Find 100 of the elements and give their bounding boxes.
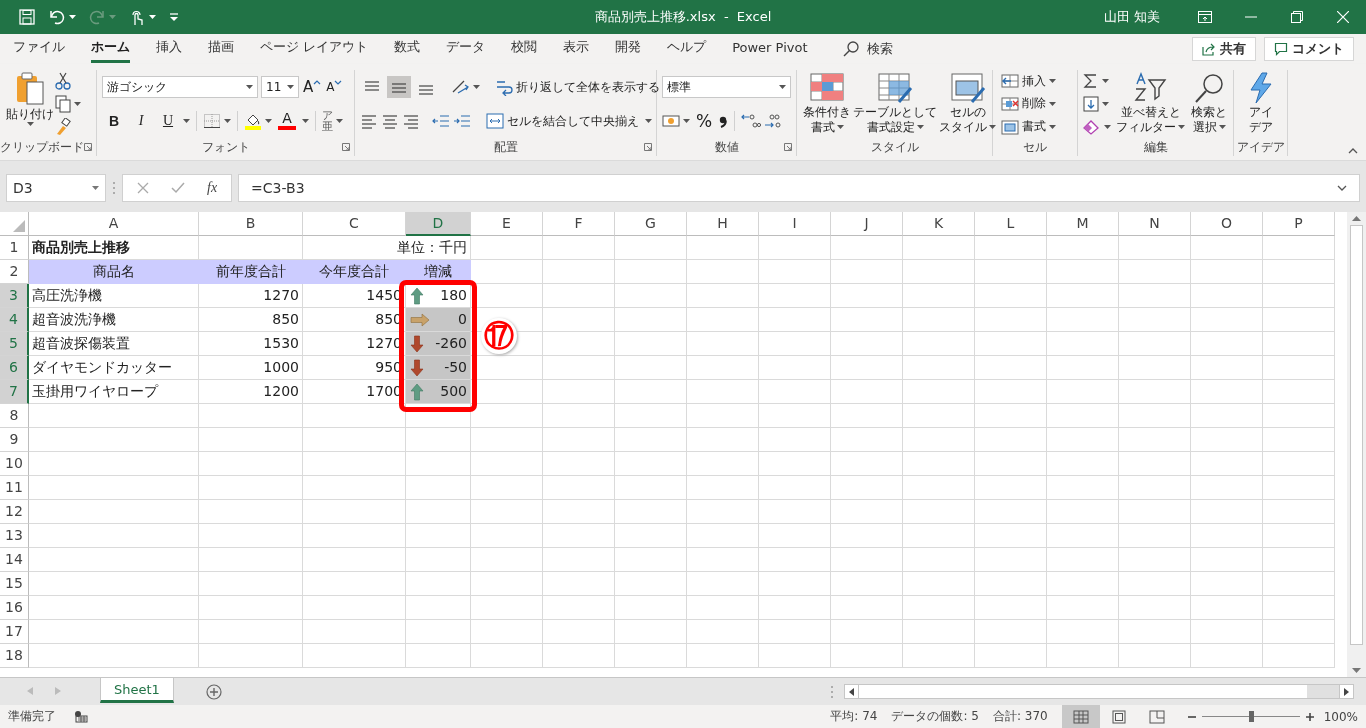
dialog-launcher-icon[interactable] <box>644 143 652 151</box>
scissors-icon[interactable] <box>55 72 71 91</box>
fill-color-icon[interactable] <box>244 112 262 130</box>
column-header[interactable]: C <box>303 212 406 236</box>
delete-cells-icon[interactable] <box>1001 96 1019 112</box>
sheet-tab[interactable]: Sheet1 <box>100 678 174 703</box>
page-break-preview-icon[interactable] <box>1148 709 1165 724</box>
row-header[interactable]: 9 <box>0 428 29 452</box>
borders-icon[interactable] <box>203 113 221 129</box>
align-center-icon[interactable] <box>381 113 399 129</box>
ribbon-tab[interactable]: 挿入 <box>143 34 195 64</box>
format-painter-icon[interactable] <box>55 117 71 136</box>
ribbon-tab[interactable]: 描画 <box>195 34 247 64</box>
row-header[interactable]: 13 <box>0 524 29 548</box>
phonetic-guide-icon[interactable]: ア亜 <box>322 110 333 132</box>
insert-function-button[interactable]: fx <box>207 180 218 196</box>
ribbon-tab[interactable]: ヘルプ <box>654 34 720 64</box>
column-header[interactable]: O <box>1191 212 1263 236</box>
underline-button[interactable]: U <box>156 110 180 132</box>
caret-icon[interactable] <box>645 119 652 123</box>
dialog-launcher-icon[interactable] <box>784 143 792 151</box>
sort-filter-button[interactable]: 並べ替えと フィルター <box>1115 70 1186 138</box>
row-header[interactable]: 3 <box>0 284 29 308</box>
zoom-slider-thumb[interactable] <box>1248 711 1254 722</box>
delete-cells-button[interactable]: 削除 <box>998 93 1059 115</box>
caret-icon[interactable] <box>74 102 81 106</box>
zoom-level[interactable]: 100% <box>1323 709 1358 724</box>
caret-icon[interactable] <box>1102 102 1109 106</box>
caret-icon[interactable] <box>69 15 76 19</box>
font-name-dropdown[interactable]: 游ゴシック <box>102 76 258 98</box>
find-select-button[interactable]: 検索と 選択 <box>1190 70 1228 138</box>
search-icon[interactable] <box>1192 72 1226 104</box>
row-header[interactable]: 6 <box>0 356 29 380</box>
ribbon-tab[interactable]: 数式 <box>381 34 434 64</box>
row-header[interactable]: 7 <box>0 380 29 404</box>
caret-icon[interactable] <box>836 125 844 129</box>
caret-down-icon[interactable] <box>334 80 343 86</box>
scroll-left-icon[interactable] <box>849 687 854 696</box>
caret-icon[interactable] <box>246 85 253 89</box>
comment-button[interactable]: コメント <box>1264 37 1354 61</box>
zoom-in-icon[interactable] <box>1305 712 1314 721</box>
caret-icon[interactable] <box>473 85 480 89</box>
caret-icon[interactable] <box>92 186 99 190</box>
ribbon-options-icon[interactable] <box>1198 11 1212 23</box>
conditional-formatting-button[interactable]: 条件付き 書式 <box>802 70 852 138</box>
caret-icon[interactable] <box>336 119 343 123</box>
macro-record-icon[interactable] <box>74 710 88 723</box>
caret-icon[interactable] <box>1102 79 1109 84</box>
ribbon-tab[interactable]: 表示 <box>550 34 603 64</box>
name-box[interactable]: D3 <box>6 174 106 202</box>
scrollbar-thumb[interactable] <box>859 685 1307 698</box>
font-color-button[interactable]: A <box>275 110 299 132</box>
row-header[interactable]: 8 <box>0 404 29 428</box>
row-header[interactable]: 5 <box>0 332 29 356</box>
row-header[interactable]: 15 <box>0 572 29 596</box>
lightning-icon[interactable] <box>1247 72 1274 104</box>
row-header[interactable]: 14 <box>0 548 29 572</box>
caret-icon[interactable] <box>149 15 156 19</box>
column-header[interactable]: M <box>1047 212 1119 236</box>
column-header[interactable]: I <box>759 212 831 236</box>
comment-icon[interactable] <box>1274 42 1288 56</box>
page-layout-view-icon[interactable] <box>1110 709 1127 724</box>
column-header[interactable]: F <box>543 212 615 236</box>
column-header[interactable]: D <box>406 212 471 236</box>
customize-menu-icon[interactable] <box>168 10 180 24</box>
merge-center-button[interactable]: セルを結合して中央揃え <box>483 110 642 132</box>
copy-icon[interactable] <box>55 95 71 113</box>
caret-icon[interactable] <box>916 125 924 129</box>
cell-styles-button[interactable]: セルの スタイル <box>938 70 997 138</box>
column-header[interactable]: B <box>199 212 303 236</box>
caret-icon[interactable] <box>1178 125 1185 129</box>
row-header[interactable]: 18 <box>0 644 29 668</box>
search-icon[interactable] <box>842 41 859 57</box>
caret-icon[interactable] <box>287 85 294 89</box>
text-orientation-icon[interactable] <box>450 78 470 96</box>
format-as-table-button[interactable]: テーブルとして 書式設定 <box>852 70 938 138</box>
search-button[interactable]: 検索 <box>842 40 893 58</box>
format-as-table-icon[interactable] <box>877 72 913 104</box>
scroll-down-icon[interactable] <box>1352 668 1361 674</box>
fill-down-icon[interactable] <box>1083 96 1099 112</box>
increase-font-size-button[interactable]: A <box>302 76 323 98</box>
column-header[interactable]: A <box>29 212 199 236</box>
caret-icon[interactable] <box>26 122 34 126</box>
row-header[interactable]: 16 <box>0 596 29 620</box>
increase-decimal-icon[interactable] <box>741 112 762 130</box>
paste-button[interactable]: 貼り付け <box>5 70 55 138</box>
row-header[interactable]: 11 <box>0 476 29 500</box>
share-button[interactable]: 共有 <box>1192 37 1256 61</box>
expand-icon[interactable] <box>1337 185 1347 191</box>
align-left-icon[interactable] <box>360 113 378 129</box>
caret-icon[interactable] <box>183 119 190 123</box>
caret-up-icon[interactable] <box>313 80 322 86</box>
caret-icon[interactable] <box>302 119 309 123</box>
eraser-icon[interactable] <box>1083 118 1101 135</box>
sort-filter-icon[interactable] <box>1133 72 1168 104</box>
decrease-font-size-button[interactable]: A <box>325 76 344 98</box>
dialog-launcher-icon[interactable] <box>84 143 92 151</box>
percent-style-button[interactable]: % <box>693 110 716 132</box>
insert-cells-icon[interactable] <box>1001 73 1019 90</box>
column-header[interactable]: P <box>1263 212 1335 236</box>
